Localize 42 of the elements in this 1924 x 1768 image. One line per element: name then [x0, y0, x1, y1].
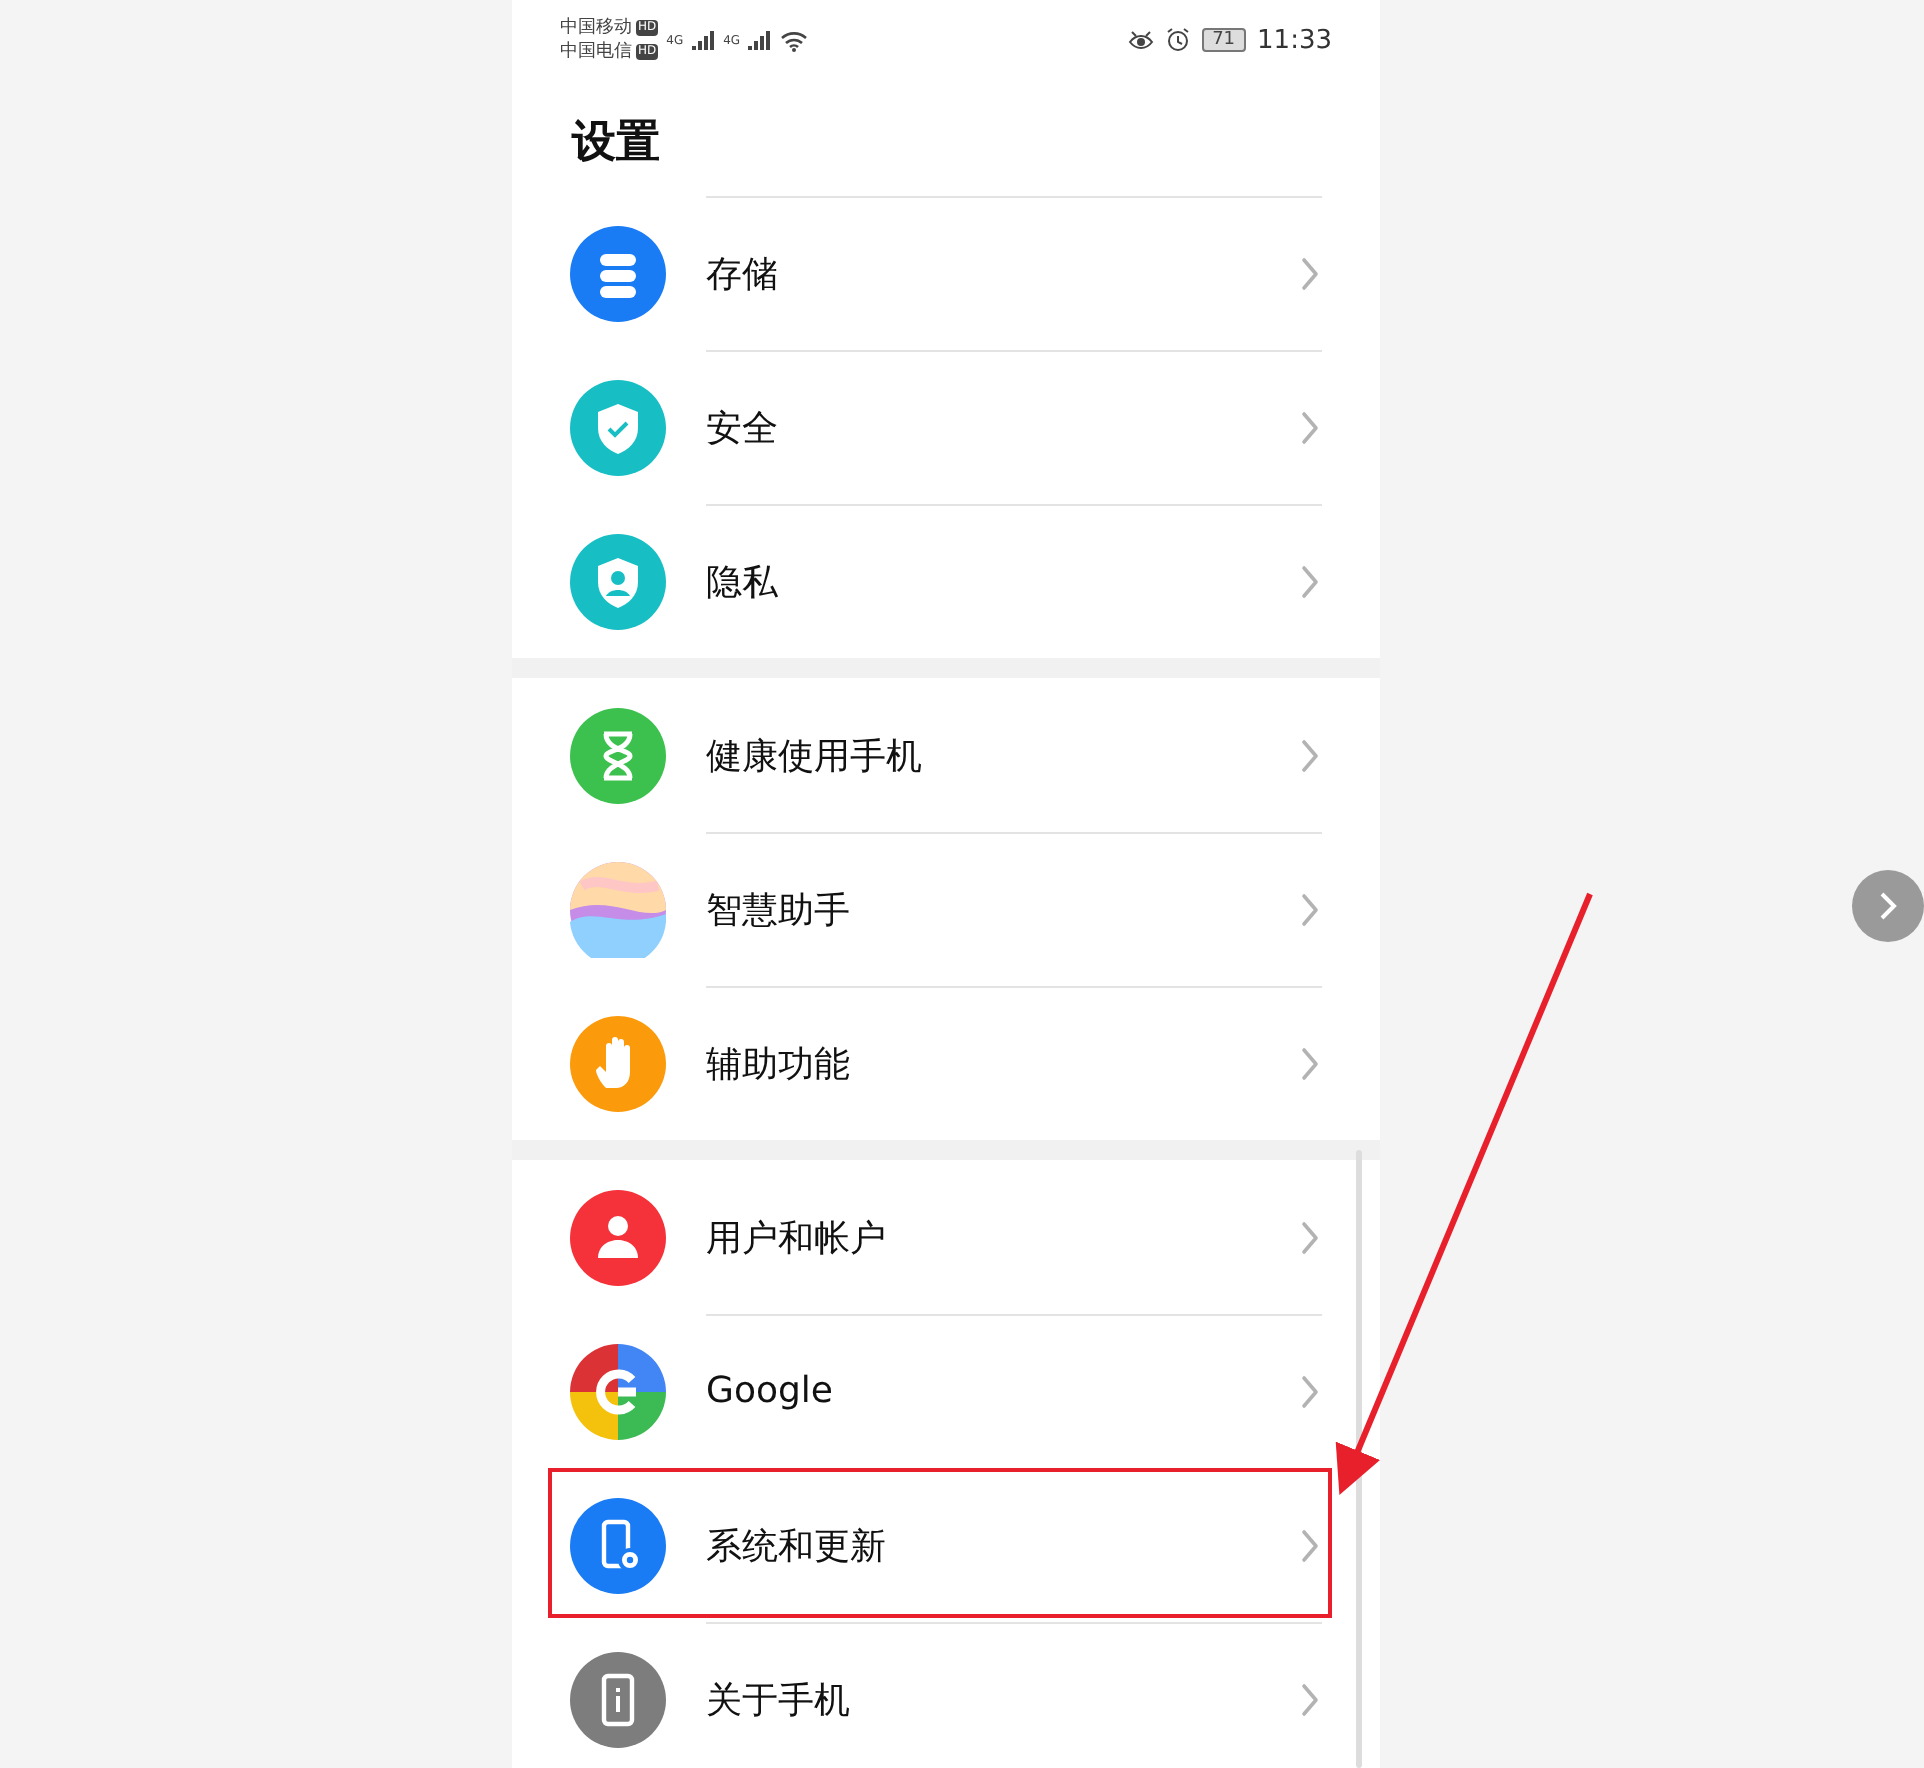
item-label: 存储: [706, 251, 780, 297]
chevron-right-icon: [1300, 1219, 1320, 1255]
item-label: 系统和更新: [706, 1523, 888, 1569]
item-label: 智慧助手: [706, 887, 852, 933]
item-label: 关于手机: [706, 1677, 852, 1723]
chevron-right-icon: [1300, 1045, 1320, 1081]
carrier-name: 中国电信: [560, 41, 632, 63]
settings-item[interactable]: 辅助功能: [512, 986, 1380, 1140]
settings-item[interactable]: 关于手机: [512, 1622, 1380, 1768]
item-label: 辅助功能: [706, 1041, 852, 1087]
settings-item[interactable]: 存储: [512, 196, 1380, 350]
chevron-right-icon: [1300, 737, 1320, 773]
chevron-right-icon: [1300, 255, 1320, 291]
settings-item[interactable]: 用户和帐户: [512, 1160, 1380, 1314]
next-button[interactable]: [1852, 870, 1924, 942]
clock-time: 11:33: [1257, 25, 1332, 55]
settings-item[interactable]: 系统和更新: [512, 1468, 1380, 1622]
chevron-right-icon: [1300, 409, 1320, 445]
settings-item[interactable]: 健康使用手机: [512, 678, 1380, 832]
settings-item[interactable]: 安全: [512, 350, 1380, 504]
carrier-name: 中国移动: [560, 17, 632, 39]
settings-item[interactable]: 隐私: [512, 504, 1380, 658]
chevron-right-icon: [1300, 1373, 1320, 1409]
item-label: 安全: [706, 405, 780, 451]
settings-item[interactable]: 智慧助手: [512, 832, 1380, 986]
settings-item[interactable]: Google: [512, 1314, 1380, 1468]
page-title: 设置: [569, 116, 662, 172]
item-label: 隐私: [706, 559, 780, 605]
item-label: Google: [706, 1370, 835, 1412]
chevron-right-icon: [1300, 563, 1320, 599]
signal-icon: [748, 30, 773, 50]
item-label: 健康使用手机: [706, 733, 924, 779]
chevron-right-icon: [1300, 891, 1320, 927]
item-label: 用户和帐户: [706, 1215, 888, 1261]
chevron-right-icon: [1876, 890, 1900, 922]
alarm-icon: [1166, 28, 1191, 52]
chevron-right-icon: [1300, 1527, 1320, 1563]
eye-icon: [1128, 29, 1155, 51]
wifi-icon: [780, 29, 809, 51]
signal-icon: [691, 30, 716, 50]
battery-level: 71: [1202, 28, 1246, 52]
chevron-right-icon: [1300, 1681, 1320, 1717]
